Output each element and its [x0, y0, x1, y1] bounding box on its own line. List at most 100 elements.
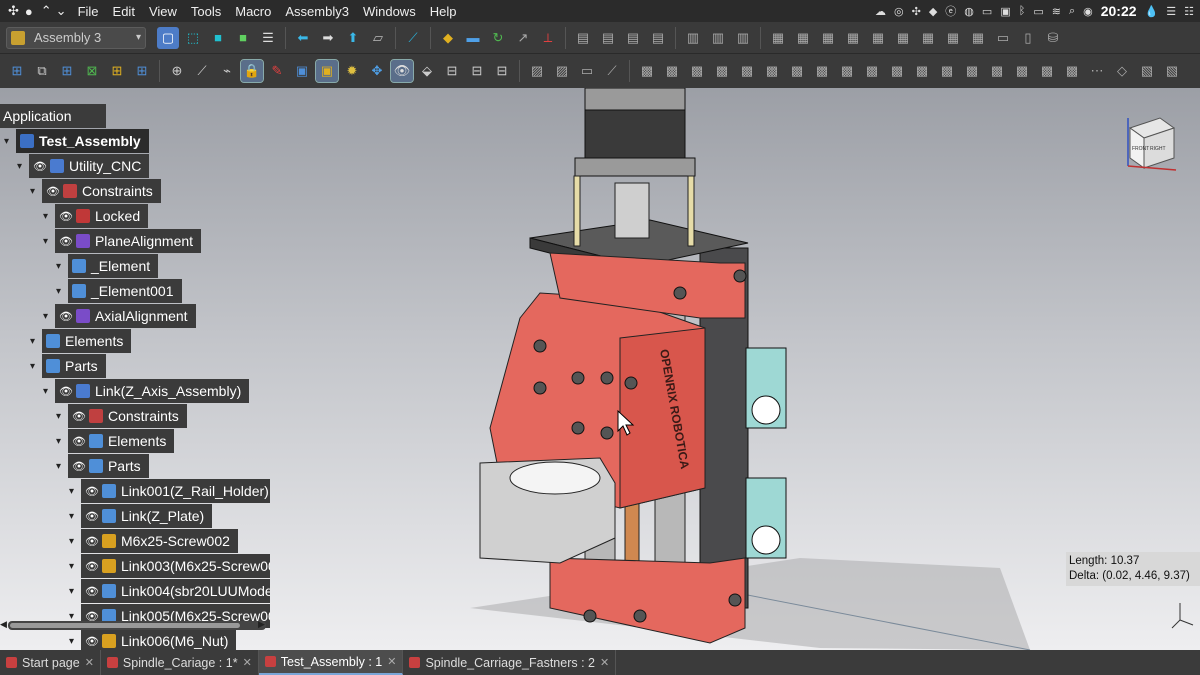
cloud-icon[interactable]: ☁ — [875, 5, 886, 18]
grid-select-icon[interactable]: ▣ — [315, 59, 339, 83]
eye-icon[interactable]: 👁 — [85, 510, 99, 523]
constraint-13-icon[interactable]: ▦ — [892, 27, 914, 49]
workbench-selector[interactable]: Assembly 3 ▾ — [6, 26, 146, 49]
expand-arrow-icon[interactable]: ▾ — [69, 561, 81, 572]
close-icon[interactable]: ✕ — [600, 656, 609, 669]
solver-4-icon[interactable]: ⟋ — [601, 60, 623, 82]
menu-view[interactable]: View — [149, 4, 177, 19]
expand-arrow-icon[interactable]: ▾ — [56, 286, 68, 297]
move-icon[interactable]: ▱ — [367, 27, 389, 49]
bulb-icon[interactable]: ◎ — [894, 5, 904, 18]
eye-icon[interactable]: 👁 — [85, 485, 99, 498]
chevron-down-icon[interactable]: ⌄ — [56, 3, 67, 19]
eye-icon[interactable]: 👁 — [46, 185, 60, 198]
export-icon[interactable]: ↗ — [512, 27, 534, 49]
geom-6-icon[interactable]: ▩ — [761, 60, 783, 82]
expand-arrow-icon[interactable]: ▾ — [56, 461, 68, 472]
box-icon[interactable]: ▣ — [1000, 5, 1010, 18]
constraint-7-icon[interactable]: ▥ — [732, 27, 754, 49]
constraint-9-icon[interactable]: ▦ — [792, 27, 814, 49]
eye-icon[interactable]: 👁 — [59, 210, 73, 223]
3d-viewport[interactable]: OPENRIX ROBOTICA FRONT RIGHT Application… — [0, 88, 1200, 650]
eye-icon[interactable]: 👁 — [85, 535, 99, 548]
geom-19-icon[interactable]: ◇ — [1111, 60, 1133, 82]
expand-arrow-icon[interactable]: ▾ — [43, 236, 55, 247]
scrollbar-thumb[interactable] — [10, 623, 240, 628]
expand-arrow-icon[interactable]: ▾ — [56, 411, 68, 422]
constraint-16-icon[interactable]: ▦ — [967, 27, 989, 49]
constraint-11-icon[interactable]: ▦ — [842, 27, 864, 49]
close-icon[interactable]: ✕ — [243, 656, 252, 669]
menu-help[interactable]: Help — [430, 4, 457, 19]
constraint-14-icon[interactable]: ▦ — [917, 27, 939, 49]
expand-arrow-icon[interactable]: ▾ — [30, 361, 42, 372]
constraint-12-icon[interactable]: ▦ — [867, 27, 889, 49]
control-icon[interactable]: ☷ — [1184, 5, 1194, 18]
solver-1-icon[interactable]: ▨ — [526, 60, 548, 82]
geom-9-icon[interactable]: ▩ — [836, 60, 858, 82]
chevron-up-icon[interactable]: ⌃ — [41, 3, 52, 19]
link-icon[interactable]: ⧉ — [31, 60, 53, 82]
geom-15-icon[interactable]: ▩ — [986, 60, 1008, 82]
document-tab[interactable]: Spindle_Carriage_Fastners : 2 ✕ — [403, 650, 617, 675]
solver-2-icon[interactable]: ▨ — [551, 60, 573, 82]
geom-20-icon[interactable]: ▧ — [1136, 60, 1158, 82]
nav-cube[interactable]: FRONT RIGHT — [1127, 117, 1177, 171]
close-icon[interactable]: ✕ — [387, 655, 396, 668]
add-part-icon[interactable]: ⊞ — [6, 60, 28, 82]
tree-item-label-box[interactable]: 👁 AxialAlignment — [55, 304, 196, 328]
constraint-19-icon[interactable]: ⛁ — [1042, 27, 1064, 49]
expand-arrow-icon[interactable]: ▾ — [69, 636, 81, 647]
geom-17-icon[interactable]: ▩ — [1036, 60, 1058, 82]
geom-5-icon[interactable]: ▩ — [736, 60, 758, 82]
tree-item[interactable]: ▾ 👁 Constraints — [30, 179, 161, 203]
geom-4-icon[interactable]: ▩ — [711, 60, 733, 82]
menu-edit[interactable]: Edit — [113, 4, 135, 19]
arrow-left-icon[interactable]: ⬅ — [292, 27, 314, 49]
menu-windows[interactable]: Windows — [363, 4, 416, 19]
puzzle-icon[interactable]: ✣ — [912, 5, 921, 18]
link-array-icon[interactable]: ⊞ — [56, 60, 78, 82]
eye-icon[interactable]: 👁 — [33, 160, 47, 173]
geom-10-icon[interactable]: ▩ — [861, 60, 883, 82]
tree-item[interactable]: ▾ 👁 Link003(M6x25-Screw00 — [69, 554, 270, 578]
arrange-icon[interactable]: ▣ — [291, 60, 313, 82]
eye-icon[interactable]: 👁 — [59, 235, 73, 248]
layers-icon[interactable]: ☰ — [257, 27, 279, 49]
menu-tools[interactable]: Tools — [191, 4, 221, 19]
geom-11-icon[interactable]: ▩ — [886, 60, 908, 82]
tree-item[interactable]: ▾ _Element001 — [56, 279, 182, 303]
tree-item-label-box[interactable]: Test_Assembly — [16, 129, 149, 153]
pointer-icon[interactable]: ⌁ — [216, 60, 238, 82]
tree-item[interactable]: ▾ 👁 Constraints — [56, 404, 187, 428]
geom-14-icon[interactable]: ▩ — [961, 60, 983, 82]
search-icon[interactable]: ⌕ — [1069, 5, 1075, 18]
tree-item-label-box[interactable]: _Element — [68, 254, 159, 278]
menu-macro[interactable]: Macro — [235, 4, 271, 19]
expand-arrow-icon[interactable]: ▾ — [69, 586, 81, 597]
eye-icon[interactable]: 👁 — [85, 635, 99, 648]
arrow-right-icon[interactable]: ➡ — [317, 27, 339, 49]
pen-icon[interactable]: ✎ — [266, 60, 288, 82]
highlight-icon[interactable]: ⬙ — [416, 60, 438, 82]
document-tab[interactable]: Test_Assembly : 1 ✕ — [258, 650, 404, 675]
tree-item-label-box[interactable]: 👁 M6x25-Screw002 — [81, 529, 238, 553]
menu-assembly3[interactable]: Assembly3 — [285, 4, 349, 19]
geom-12-icon[interactable]: ▩ — [911, 60, 933, 82]
crosshair-icon[interactable]: ⊕ — [166, 60, 188, 82]
geom-8-icon[interactable]: ▩ — [811, 60, 833, 82]
constraint-5-icon[interactable]: ▥ — [682, 27, 704, 49]
replace-icon[interactable]: ⊠ — [81, 60, 103, 82]
menu-file[interactable]: File — [78, 4, 99, 19]
notification-icon[interactable]: ☰ — [1166, 5, 1176, 18]
ruler-icon[interactable]: ⟋ — [402, 27, 424, 49]
tree-item-label-box[interactable]: 👁 Link(Z_Axis_Assembly) — [55, 379, 250, 403]
tree-item-label-box[interactable]: 👁 Link006(M6_Nut) — [81, 629, 237, 650]
constraint-18-icon[interactable]: ▯ — [1017, 27, 1039, 49]
tree-scrollbar[interactable] — [8, 621, 266, 630]
siri-icon[interactable]: ◉ — [1083, 5, 1093, 18]
tree-item[interactable]: ▾ 👁 Utility_CNC — [17, 154, 150, 178]
tree-item-label-box[interactable]: 👁 Link001(Z_Rail_Holder) — [81, 479, 270, 503]
battery-icon[interactable]: ▭ — [1033, 5, 1043, 18]
geom-2-icon[interactable]: ▩ — [661, 60, 683, 82]
